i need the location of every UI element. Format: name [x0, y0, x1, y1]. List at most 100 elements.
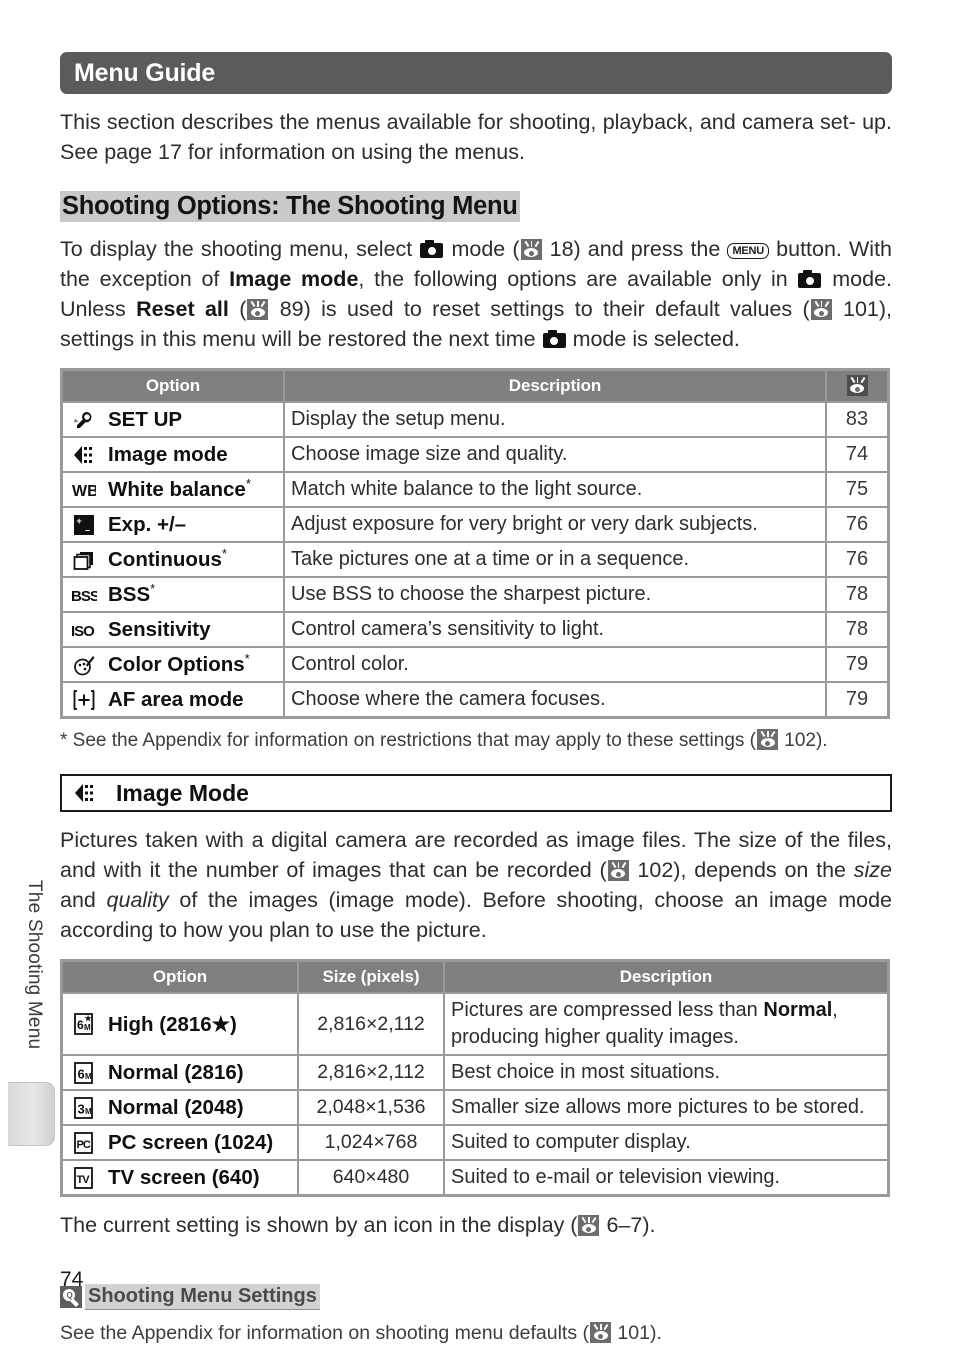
desc-bold: Normal: [763, 999, 833, 1021]
tv-screen-icon: TV: [71, 1166, 97, 1190]
table-row: PC PC screen (1024) 1,024×768 Suited to …: [62, 1125, 888, 1160]
cell-description: Pictures are compressed less than Normal…: [444, 993, 888, 1055]
option-label: BSS: [108, 583, 151, 606]
imc-t2: 6–7).: [600, 1213, 656, 1237]
th-option: Option: [62, 370, 284, 402]
svg-text:M: M: [84, 1023, 91, 1032]
cell-option: Image mode: [62, 437, 284, 472]
image-mode-icon: [72, 783, 98, 803]
imp-t2: 102), depends on the: [629, 858, 854, 882]
cell-description: Match white balance to the light source.: [284, 472, 826, 507]
cell-description: Control color.: [284, 647, 826, 682]
sp-t2: mode (: [444, 237, 520, 261]
cell-description: Suited to computer display.: [444, 1125, 888, 1160]
section-heading: Shooting Options: The Shooting Menu: [60, 191, 892, 222]
sp-t3: 18) and press the: [542, 237, 728, 261]
cell-description: Use BSS to choose the sharpest picture.: [284, 577, 826, 612]
th-description: Description: [444, 961, 888, 993]
page-reference-icon: [590, 1322, 612, 1343]
cell-description: Suited to e-mail or television viewing.: [444, 1160, 888, 1195]
desc-pre: Pictures are compressed less than: [451, 999, 764, 1021]
table-row: ISO Sensitivity Control camera’s sensiti…: [62, 612, 888, 647]
tip-block: Q Shooting Menu Settings See the Appendi…: [60, 1284, 892, 1346]
option-label: SET UP: [108, 408, 183, 431]
table-row: 6M Normal (2816) 2,816×2,112 Best choice…: [62, 1055, 888, 1090]
cell-size: 1,024×768: [298, 1125, 444, 1160]
table-row: BSS BSS* Use BSS to choose the sharpest …: [62, 577, 888, 612]
option-label: Color Options: [108, 653, 245, 676]
svg-text:–: –: [85, 525, 90, 535]
option-label: PC screen (1024): [108, 1131, 274, 1154]
chapter-side-tab-thumb: [8, 1082, 55, 1146]
th-option: Option: [62, 961, 298, 993]
option-label: Exp. +/–: [108, 513, 187, 536]
table-footnote: * See the Appendix for information on re…: [60, 728, 892, 754]
chapter-side-tab-text: The Shooting Menu: [24, 880, 45, 1050]
cell-page: 75: [826, 472, 888, 507]
page-reference-icon: [846, 375, 868, 396]
camera-mode-icon: [798, 270, 822, 288]
footnote-star: *: [245, 476, 251, 492]
cell-option: ISO Sensitivity: [62, 612, 284, 647]
cell-page: 79: [826, 682, 888, 717]
imp-t4: of the images (image mode). Before shoot…: [60, 888, 892, 942]
table-header-row: Option Description: [62, 370, 888, 402]
cell-option: 3M Normal (2048): [62, 1090, 298, 1125]
cell-option: 6M Normal (2816): [62, 1055, 298, 1090]
intro-paragraph: This section describes the menus availab…: [60, 107, 892, 167]
chapter-title: Menu Guide: [74, 58, 216, 87]
svg-text:M: M: [85, 1072, 92, 1081]
svg-text:PC: PC: [76, 1139, 90, 1151]
normal-3m-icon: 3M: [71, 1096, 97, 1120]
shooting-menu-table: Option Description SET UP Display the se…: [60, 368, 890, 719]
footnote-star: *: [221, 546, 227, 562]
footnote-text-2: 102).: [779, 730, 828, 751]
svg-text:6: 6: [77, 1066, 84, 1081]
th-page-reference: [826, 370, 888, 402]
page-reference-icon: [520, 239, 542, 260]
high-6m-icon: 6 M ★: [71, 1012, 97, 1036]
page-reference-icon: [757, 729, 778, 750]
table-row: SET UP Display the setup menu. 83: [62, 402, 888, 437]
footnote-text-1: * See the Appendix for information on re…: [60, 730, 756, 751]
cell-option: AF area mode: [62, 682, 284, 717]
cell-option: + – Exp. +/–: [62, 507, 284, 542]
camera-mode-icon: [542, 330, 566, 348]
table-row: AF area mode Choose where the camera foc…: [62, 682, 888, 717]
white-balance-icon: WB: [71, 479, 97, 501]
cell-page: 83: [826, 402, 888, 437]
cell-description: Adjust exposure for very bright or very …: [284, 507, 826, 542]
option-label: Image mode: [108, 443, 228, 466]
option-label: Sensitivity: [108, 618, 211, 641]
chapter-banner: Menu Guide: [60, 52, 892, 94]
cell-description: Smaller size allows more pictures to be …: [444, 1090, 888, 1125]
footnote-star: *: [244, 651, 250, 667]
svg-text:M: M: [85, 1107, 92, 1116]
table-row: WB White balance* Match white balance to…: [62, 472, 888, 507]
cell-option: 6 M ★ High (2816★): [62, 993, 298, 1055]
cell-page: 74: [826, 437, 888, 472]
page-reference-icon: [607, 860, 629, 881]
option-label: White balance: [108, 478, 246, 501]
cell-page: 79: [826, 647, 888, 682]
option-label: TV screen (640): [108, 1166, 260, 1189]
menu-button-icon: MENU: [727, 243, 770, 259]
page-reference-icon: [578, 1215, 600, 1236]
tip-body: See the Appendix for information on shoo…: [60, 1320, 892, 1346]
cell-description: Take pictures one at a time or in a sequ…: [284, 542, 826, 577]
page-content: Menu Guide This section describes the me…: [60, 0, 892, 1346]
page-reference-icon: [810, 299, 832, 320]
image-mode-table: Option Size (pixels) Description 6 M ★ Hig…: [60, 959, 890, 1197]
sp-t7: (: [228, 297, 247, 321]
camera-mode-icon: [420, 240, 444, 258]
imp-t3: and: [60, 888, 107, 912]
cell-option: Color Options*: [62, 647, 284, 682]
page-reference-icon: [247, 299, 269, 320]
cell-option: BSS BSS*: [62, 577, 284, 612]
svg-text:WB: WB: [72, 483, 96, 500]
cell-page: 78: [826, 577, 888, 612]
cell-description: Best choice in most situations.: [444, 1055, 888, 1090]
section-heading-text: Shooting Options: The Shooting Menu: [60, 191, 520, 222]
cell-size: 2,048×1,536: [298, 1090, 444, 1125]
section-paragraph: To display the shooting menu, select mod…: [60, 234, 892, 354]
